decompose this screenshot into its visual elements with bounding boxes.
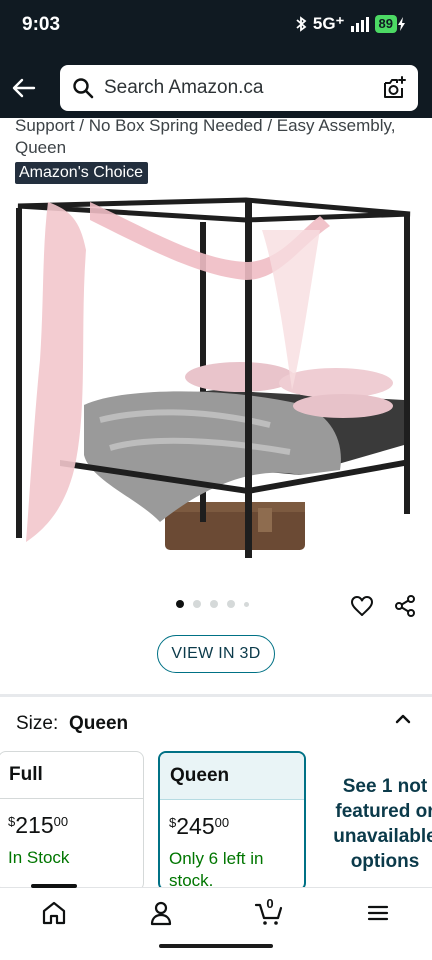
home-icon[interactable] (39, 898, 69, 928)
carousel-dot[interactable] (227, 600, 235, 608)
bluetooth-icon (296, 16, 307, 32)
status-indicators: 5G⁺ 89 (295, 14, 406, 34)
see-unavailable-options-link[interactable]: See 1 not featured or unavailable option… (330, 774, 432, 874)
price-whole: 215 (15, 812, 54, 838)
image-carousel-dots[interactable] (176, 600, 249, 608)
share-icon[interactable] (393, 594, 417, 618)
battery-level: 89 (374, 15, 397, 33)
charging-icon (398, 17, 405, 31)
size-option-full[interactable]: Full $ 215 00 In Stock (0, 751, 144, 891)
cart-count: 0 (266, 896, 274, 911)
price-currency: $ (8, 814, 16, 829)
top-bar: 9:03 5G⁺ 89 Search Amazon.ca (0, 0, 432, 118)
see-more-line: See 1 not (342, 776, 428, 797)
signal-icon (350, 16, 369, 32)
see-more-line: unavailable (333, 826, 432, 847)
availability-text: In Stock (8, 848, 70, 867)
see-more-line: featured or (335, 801, 432, 822)
price-fraction: 00 (53, 814, 69, 829)
price-fraction: 00 (214, 815, 230, 830)
price-currency: $ (169, 815, 177, 830)
search-input[interactable]: Search Amazon.ca (104, 77, 382, 99)
active-tab-indicator (31, 884, 77, 888)
view-in-3d-button[interactable]: VIEW IN 3D (157, 635, 275, 673)
amazons-choice-badge: Amazon's Choice (15, 162, 148, 184)
size-option-queen[interactable]: Queen $ 245 00 Only 6 left in stock. (158, 751, 306, 891)
bottom-navigation (0, 887, 432, 960)
availability-text: Only 6 left in stock. (169, 849, 264, 890)
camera-search-icon[interactable] (382, 75, 408, 101)
size-option-name: Queen (160, 753, 304, 800)
chevron-up-icon[interactable] (393, 709, 413, 729)
account-icon[interactable] (146, 898, 176, 928)
section-divider (0, 694, 432, 697)
selected-size: Queen (69, 713, 129, 734)
canopy-bed-photo[interactable] (0, 190, 432, 575)
carousel-dot[interactable] (244, 601, 249, 607)
product-title-line-1[interactable]: Support / No Box Spring Needed / Easy As… (15, 116, 396, 136)
heart-icon[interactable] (350, 594, 374, 618)
price-whole: 245 (176, 813, 215, 839)
size-option-price: $ 215 00 (0, 812, 143, 839)
back-arrow-icon[interactable] (10, 74, 38, 102)
battery-indicator: 89 (374, 15, 406, 33)
carousel-dot[interactable] (176, 600, 184, 608)
product-title-line-2[interactable]: Queen (15, 138, 66, 158)
search-bar[interactable]: Search Amazon.ca (60, 65, 418, 111)
carousel-dot[interactable] (210, 600, 218, 608)
home-indicator (159, 944, 273, 948)
size-option-name: Full (0, 752, 143, 799)
see-more-line: options (350, 851, 420, 872)
size-label: Size: (16, 713, 59, 734)
status-time: 9:03 (22, 14, 61, 35)
carousel-dot[interactable] (193, 600, 201, 608)
size-option-price: $ 245 00 (160, 813, 304, 840)
network-label: 5G⁺ (312, 14, 345, 33)
search-icon (73, 78, 94, 99)
menu-icon[interactable] (363, 898, 393, 928)
